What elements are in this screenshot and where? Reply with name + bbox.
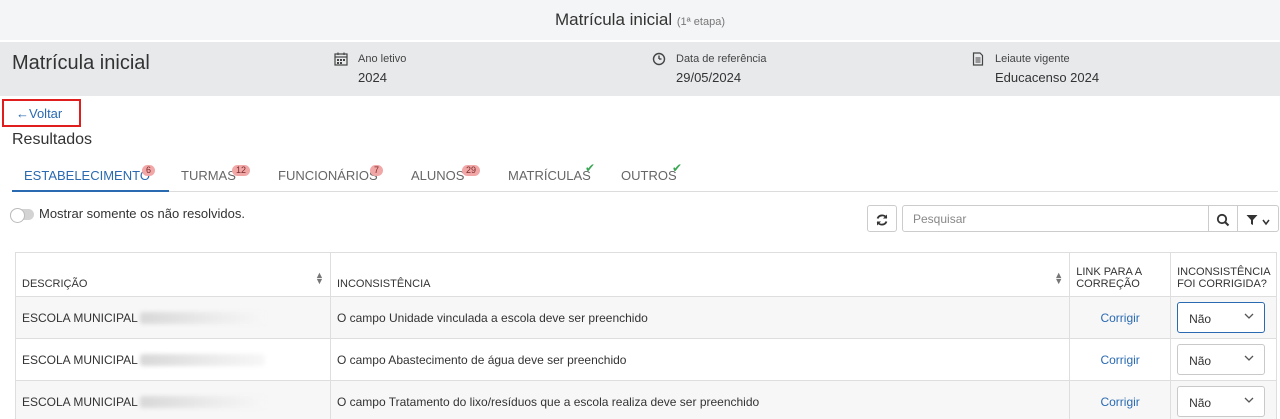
tab-badge: 7 (370, 165, 384, 176)
cell-corrigida: Não (1170, 296, 1277, 339)
table-row: ESCOLA MUNICIPAL O campo Abastecimento d… (15, 338, 1277, 381)
results-title: Resultados (12, 131, 93, 148)
table-row: ESCOLA MUNICIPAL O campo Tratamento do l… (15, 380, 1277, 419)
page-title: Matrícula inicial (12, 52, 150, 74)
column-header-label: INCONSISTÊNCIA FOI CORRIGIDA? (1177, 266, 1270, 290)
tab-label: ALUNOS (411, 168, 465, 183)
check-icon: ✔ (672, 161, 683, 175)
clock-icon (652, 52, 666, 66)
select-value: Não (1189, 312, 1212, 326)
school-name: ESCOLA MUNICIPAL (22, 394, 138, 409)
cell-link: Corrigir (1069, 338, 1172, 381)
corrigida-select[interactable]: Não (1177, 386, 1266, 417)
tab-matriculas[interactable]: MATRÍCULAS ✔ (508, 157, 598, 192)
refresh-button[interactable] (867, 205, 897, 232)
tab-funcionarios[interactable]: FUNCIONÁRIOS 7 (278, 157, 394, 192)
cell-descricao: ESCOLA MUNICIPAL (15, 380, 331, 419)
search-button[interactable] (1208, 205, 1238, 232)
unresolved-toggle[interactable] (10, 208, 34, 223)
top-bar: Matrícula inicial (1ª etapa) (0, 0, 1280, 40)
back-link-highlight: ←Voltar (2, 99, 81, 127)
cell-corrigida: Não (1170, 380, 1277, 419)
filter-icon (1246, 215, 1258, 225)
corrigir-link[interactable]: Corrigir (1100, 353, 1139, 367)
tab-label: ESTABELECIMENTO (24, 168, 150, 183)
redacted-text (139, 354, 265, 367)
cell-inconsistencia: O campo Unidade vinculada a escola deve … (329, 296, 1071, 339)
redacted-text (139, 396, 265, 409)
inconsistencies-table: DESCRIÇÃO ▲ ▼ INCONSISTÊNCIA ▲ ▼ LINK PARA… (15, 252, 1277, 419)
sort-icon: ▲ ▼ (1054, 270, 1064, 286)
check-icon: ✔ (585, 161, 596, 175)
back-label: Voltar (29, 106, 63, 121)
cell-inconsistencia: O campo Tratamento do lixo/resíduos que … (329, 380, 1071, 419)
cell-descricao: ESCOLA MUNICIPAL (15, 296, 331, 339)
refresh-icon (876, 214, 888, 225)
tab-estabelecimento[interactable]: ESTABELECIMENTO 6 (12, 157, 169, 192)
select-value: Não (1189, 396, 1212, 410)
cell-link: Corrigir (1069, 380, 1172, 419)
meta-value: Educacenso 2024 (995, 70, 1100, 85)
window-title-text: Matrícula inicial (555, 10, 673, 29)
school-name: ESCOLA MUNICIPAL (22, 352, 138, 367)
meta-label: Data de referência (676, 53, 767, 65)
table-header-row: DESCRIÇÃO ▲ ▼ INCONSISTÊNCIA ▲ ▼ LINK PARA… (15, 252, 1277, 297)
tab-bar: ESTABELECIMENTO 6 TURMAS 12 FUNCIONÁRIOS… (12, 157, 1278, 192)
filter-button[interactable] (1237, 205, 1279, 232)
corrigida-select[interactable]: Não (1177, 344, 1266, 375)
tab-label: MATRÍCULAS (508, 168, 591, 183)
corrigida-select[interactable]: Não (1177, 302, 1266, 333)
search-input[interactable] (902, 205, 1209, 232)
meta-label: Leiaute vigente (995, 53, 1070, 65)
cell-corrigida: Não (1170, 338, 1277, 381)
calendar-icon (334, 52, 348, 66)
cell-descricao: ESCOLA MUNICIPAL (15, 338, 331, 381)
caret-down-icon (1262, 219, 1270, 226)
back-link[interactable]: ←Voltar (16, 106, 62, 121)
document-icon (972, 52, 984, 66)
meta-value: 2024 (358, 70, 387, 85)
chevron-down-icon (1244, 313, 1254, 319)
window-title: Matrícula inicial (1ª etapa) (0, 10, 1280, 30)
tab-label: TURMAS (181, 168, 236, 183)
table-row: ESCOLA MUNICIPAL O campo Unidade vincula… (15, 296, 1277, 339)
column-header-label: DESCRIÇÃO (22, 278, 88, 290)
tab-badge: 6 (142, 165, 156, 176)
tab-turmas[interactable]: TURMAS 12 (181, 157, 265, 192)
tab-alunos[interactable]: ALUNOS 29 (411, 157, 487, 192)
corrigir-link[interactable]: Corrigir (1100, 395, 1139, 409)
page-header: Matrícula inicial Ano letivo 2024 Data d… (0, 42, 1280, 96)
chevron-down-icon (1244, 355, 1254, 361)
tab-label: OUTROS (621, 168, 677, 183)
corrigir-link[interactable]: Corrigir (1100, 311, 1139, 325)
meta-value: 29/05/2024 (676, 70, 742, 85)
select-value: Não (1189, 354, 1212, 368)
tab-outros[interactable]: OUTROS ✔ (621, 157, 685, 192)
arrow-left-icon: ← (16, 106, 29, 121)
column-header-descricao[interactable]: DESCRIÇÃO ▲ ▼ (15, 252, 331, 297)
window-subtitle: (1ª etapa) (676, 16, 725, 28)
tab-badge: 12 (232, 165, 251, 176)
chevron-down-icon (1244, 397, 1254, 403)
redacted-text (139, 312, 265, 325)
column-header-label: INCONSISTÊNCIA (336, 278, 431, 290)
column-header-inconsistencia[interactable]: INCONSISTÊNCIA ▲ ▼ (329, 252, 1071, 297)
tab-badge: 29 (462, 165, 481, 176)
tab-label: FUNCIONÁRIOS (278, 168, 378, 183)
meta-label: Ano letivo (358, 53, 407, 65)
column-header-label: LINK PARA A CORREÇÃO (1076, 266, 1142, 290)
search-icon (1216, 213, 1230, 226)
unresolved-toggle-label: Mostrar somente os não resolvidos. (39, 206, 245, 221)
cell-link: Corrigir (1069, 296, 1172, 339)
sort-icon: ▲ ▼ (315, 270, 324, 286)
column-header-link: LINK PARA A CORREÇÃO (1069, 252, 1172, 297)
cell-inconsistencia: O campo Abastecimento de água deve ser p… (329, 338, 1071, 381)
school-name: ESCOLA MUNICIPAL (22, 310, 138, 325)
column-header-corrigida: INCONSISTÊNCIA FOI CORRIGIDA? (1170, 252, 1277, 297)
